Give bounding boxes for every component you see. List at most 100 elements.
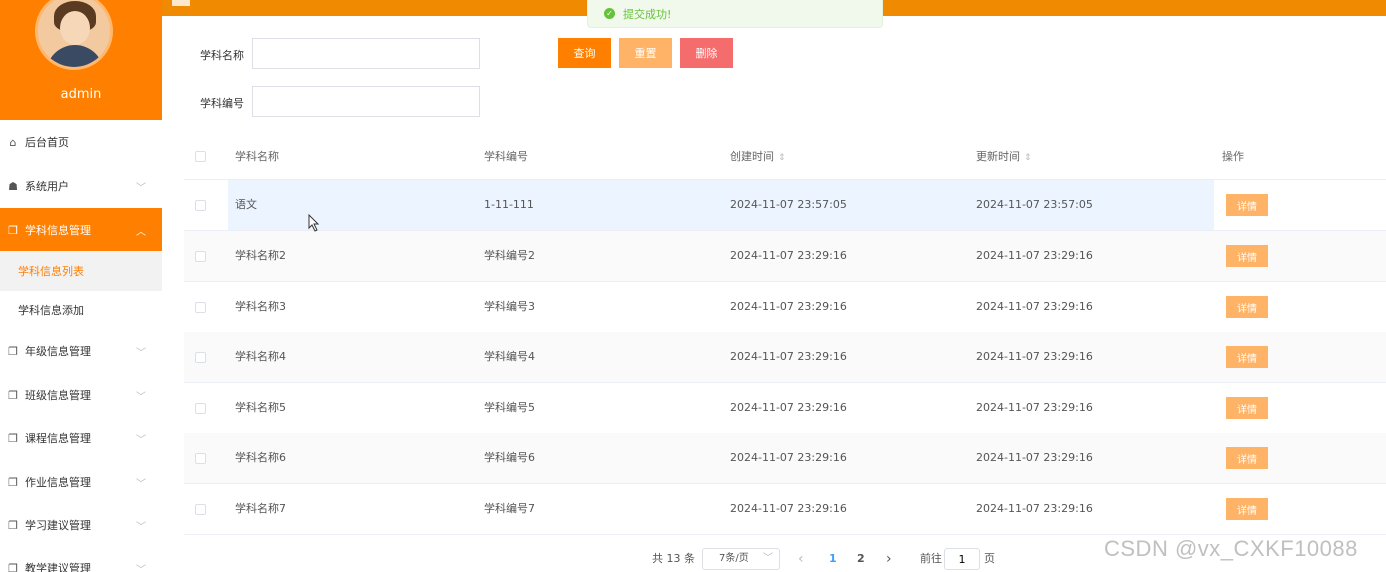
table-row[interactable]: 学科名称3 学科编号3 2024-11-07 23:29:16 2024-11-… [184,282,1386,333]
cell-code: 学科编号4 [484,350,535,363]
cell-updated: 2024-11-07 23:29:16 [976,350,1093,363]
sidebar-item-course-management[interactable]: ❐ 课程信息管理 ﹀ [0,416,162,460]
cell-created: 2024-11-07 23:29:16 [730,401,847,414]
sidebar-item-label: 年级信息管理 [25,345,91,358]
cell-updated: 2024-11-07 23:29:16 [976,502,1093,515]
cell-created: 2024-11-07 23:29:16 [730,451,847,464]
row-checkbox[interactable] [195,200,206,211]
chevron-down-icon: ﹀ [136,564,146,572]
folder-icon: ❐ [8,431,18,445]
sidebar-subitem-subject-add[interactable]: 学科信息添加 [0,290,162,330]
detail-button[interactable]: 详情 [1226,447,1268,469]
row-checkbox[interactable] [195,453,206,464]
cell-name: 学科名称7 [235,502,286,515]
cell-code: 学科编号2 [484,249,535,262]
cell-updated: 2024-11-07 23:57:05 [976,198,1093,211]
cell-created: 2024-11-07 23:57:05 [730,198,847,211]
table-row[interactable]: 学科名称7 学科编号7 2024-11-07 23:29:16 2024-11-… [184,484,1386,535]
sidebar-item-class-management[interactable]: ❐ 班级信息管理 ﹀ [0,373,162,417]
subject-code-input[interactable] [252,86,480,117]
cell-name: 学科名称3 [235,300,286,313]
query-button[interactable]: 查询 [558,38,611,68]
chevron-down-icon: ﹀ [136,182,146,194]
row-checkbox[interactable] [195,302,206,313]
avatar-face [60,11,90,45]
chevron-down-icon: ﹀ [136,391,146,403]
folder-icon: ❐ [8,388,18,402]
cell-name: 学科名称5 [235,401,286,414]
home-icon: ⌂ [9,135,17,149]
table-row[interactable]: 学科名称4 学科编号4 2024-11-07 23:29:16 2024-11-… [184,332,1386,383]
chevron-down-icon: ﹀ [136,347,146,359]
cell-created: 2024-11-07 23:29:16 [730,249,847,262]
cell-updated: 2024-11-07 23:29:16 [976,249,1093,262]
page-size-select[interactable]: 7条/页 ﹀ [702,548,780,570]
column-header-code: 学科编号 [484,150,528,163]
chevron-down-icon: ﹀ [136,478,146,490]
row-checkbox[interactable] [195,352,206,363]
cell-name: 语文 [235,198,257,211]
cell-name: 学科名称4 [235,350,286,363]
row-checkbox[interactable] [195,251,206,262]
chevron-down-icon: ﹀ [136,434,146,446]
sidebar-item-grade-management[interactable]: ❐ 年级信息管理 ﹀ [0,329,162,373]
sidebar-item-label: 教学建议管理 [25,562,91,572]
toast-message: 提交成功! [623,7,672,21]
next-page-icon[interactable]: › [886,548,892,570]
sidebar-item-system-users[interactable]: ☗ 系统用户 ﹀ [0,164,162,208]
menu-toggle-icon[interactable] [172,0,190,6]
detail-button[interactable]: 详情 [1226,296,1268,318]
detail-button[interactable]: 详情 [1226,346,1268,368]
table-row[interactable]: 学科名称5 学科编号5 2024-11-07 23:29:16 2024-11-… [184,383,1386,434]
prev-page-icon[interactable]: ‹ [798,548,804,570]
sidebar-subitem-subject-list[interactable]: 学科信息列表 [0,251,162,291]
cell-code: 学科编号5 [484,401,535,414]
goto-label: 前往 [920,552,942,565]
row-checkbox[interactable] [195,403,206,414]
cell-updated: 2024-11-07 23:29:16 [976,451,1093,464]
sidebar-item-label: 学科信息管理 [25,224,91,237]
sidebar-item-subject-management[interactable]: ❐ 学科信息管理 ︿ [0,208,162,252]
user-icon: ☗ [8,179,18,193]
cell-created: 2024-11-07 23:29:16 [730,350,847,363]
avatar[interactable] [35,0,113,70]
column-header-name: 学科名称 [235,150,279,163]
sidebar-item-home[interactable]: ⌂ 后台首页 [0,120,162,164]
username: admin [60,87,102,102]
subject-name-input[interactable] [252,38,480,69]
sidebar-header: admin [0,0,162,120]
cell-name: 学科名称2 [235,249,286,262]
reset-button[interactable]: 重置 [619,38,672,68]
sidebar-item-homework-management[interactable]: ❐ 作业信息管理 ﹀ [0,460,162,504]
row-checkbox[interactable] [195,504,206,515]
column-header-updated[interactable]: 更新时间 ⇕ [976,134,1032,180]
table-row[interactable]: 语文 1-11-111 2024-11-07 23:57:05 2024-11-… [184,180,1386,231]
page-2[interactable]: 2 [857,548,865,570]
detail-button[interactable]: 详情 [1226,498,1268,520]
sort-icon[interactable]: ⇕ [778,153,786,163]
cell-created: 2024-11-07 23:29:16 [730,300,847,313]
cell-code: 学科编号6 [484,451,535,464]
table-row[interactable]: 学科名称6 学科编号6 2024-11-07 23:29:16 2024-11-… [184,433,1386,484]
table-row[interactable]: 学科名称2 学科编号2 2024-11-07 23:29:16 2024-11-… [184,231,1386,282]
sort-icon[interactable]: ⇕ [1024,153,1032,163]
subject-name-label: 学科名称 [200,49,244,62]
chevron-down-icon: ﹀ [136,521,146,533]
sidebar-item-teaching-advice-management[interactable]: ❐ 教学建议管理 ﹀ [0,546,162,572]
page-suffix: 页 [984,552,995,565]
select-all-checkbox[interactable] [195,151,206,162]
detail-button[interactable]: 详情 [1226,397,1268,419]
chevron-up-icon: ︿ [136,226,146,238]
page-size-value: 7条/页 [719,553,749,564]
goto-page-input[interactable] [944,548,980,570]
page-1[interactable]: 1 [829,548,837,570]
detail-button[interactable]: 详情 [1226,194,1268,216]
detail-button[interactable]: 详情 [1226,245,1268,267]
delete-button[interactable]: 删除 [680,38,733,68]
sidebar-item-study-advice-management[interactable]: ❐ 学习建议管理 ﹀ [0,503,162,547]
column-header-created[interactable]: 创建时间 ⇕ [730,134,786,180]
check-circle-icon: ✓ [604,8,615,19]
column-header-updated-label: 更新时间 [976,150,1020,163]
sidebar-item-label: 作业信息管理 [25,476,91,489]
folder-icon: ❐ [8,475,18,489]
